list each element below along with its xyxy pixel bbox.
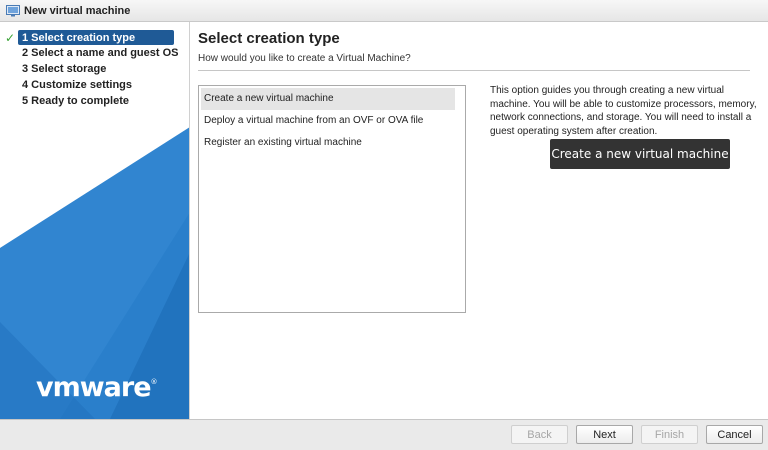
vm-wizard-icon — [6, 4, 20, 16]
step-select-storage[interactable]: 3 Select storage — [0, 61, 189, 77]
next-button[interactable]: Next — [576, 425, 633, 444]
cancel-button[interactable]: Cancel — [706, 425, 763, 444]
finish-button[interactable]: Finish — [641, 425, 698, 444]
page-subtitle: How would you like to create a Virtual M… — [198, 53, 411, 64]
step-label: 5 Ready to complete — [22, 95, 129, 107]
wizard-footer: Back Next Finish Cancel — [0, 419, 768, 450]
step-label: 3 Select storage — [22, 63, 107, 75]
header-divider — [198, 70, 750, 71]
wizard-content: Select creation type How would you like … — [190, 22, 768, 419]
vmware-logo: vmware® — [36, 372, 158, 403]
tooltip: Create a new virtual machine — [550, 139, 730, 169]
wizard-sidebar: ✓ 1 Select creation type 2 Select a name… — [0, 22, 190, 419]
step-ready-to-complete[interactable]: 5 Ready to complete — [0, 93, 189, 109]
option-deploy-ovf-ova[interactable]: Deploy a virtual machine from an OVF or … — [199, 110, 465, 132]
wizard-steps: ✓ 1 Select creation type 2 Select a name… — [0, 30, 189, 109]
step-select-name-guest-os[interactable]: 2 Select a name and guest OS — [0, 45, 189, 61]
window-title: New virtual machine — [24, 4, 131, 17]
step-label: 4 Customize settings — [22, 79, 133, 91]
creation-type-list[interactable]: Create a new virtual machine Deploy a vi… — [198, 85, 466, 313]
option-create-new-vm[interactable]: Create a new virtual machine — [201, 88, 455, 110]
page-title: Select creation type — [198, 30, 340, 47]
step-customize-settings[interactable]: 4 Customize settings — [0, 77, 189, 93]
step-label: 2 Select a name and guest OS — [22, 47, 179, 59]
step-select-creation-type[interactable]: ✓ 1 Select creation type — [5, 30, 174, 45]
title-bar: New virtual machine — [0, 0, 768, 22]
option-description: This option guides you through creating … — [490, 85, 757, 137]
option-register-existing-vm[interactable]: Register an existing virtual machine — [199, 132, 465, 154]
check-icon: ✓ — [5, 31, 16, 45]
step-label: 1 Select creation type — [22, 31, 136, 44]
back-button[interactable]: Back — [511, 425, 568, 444]
